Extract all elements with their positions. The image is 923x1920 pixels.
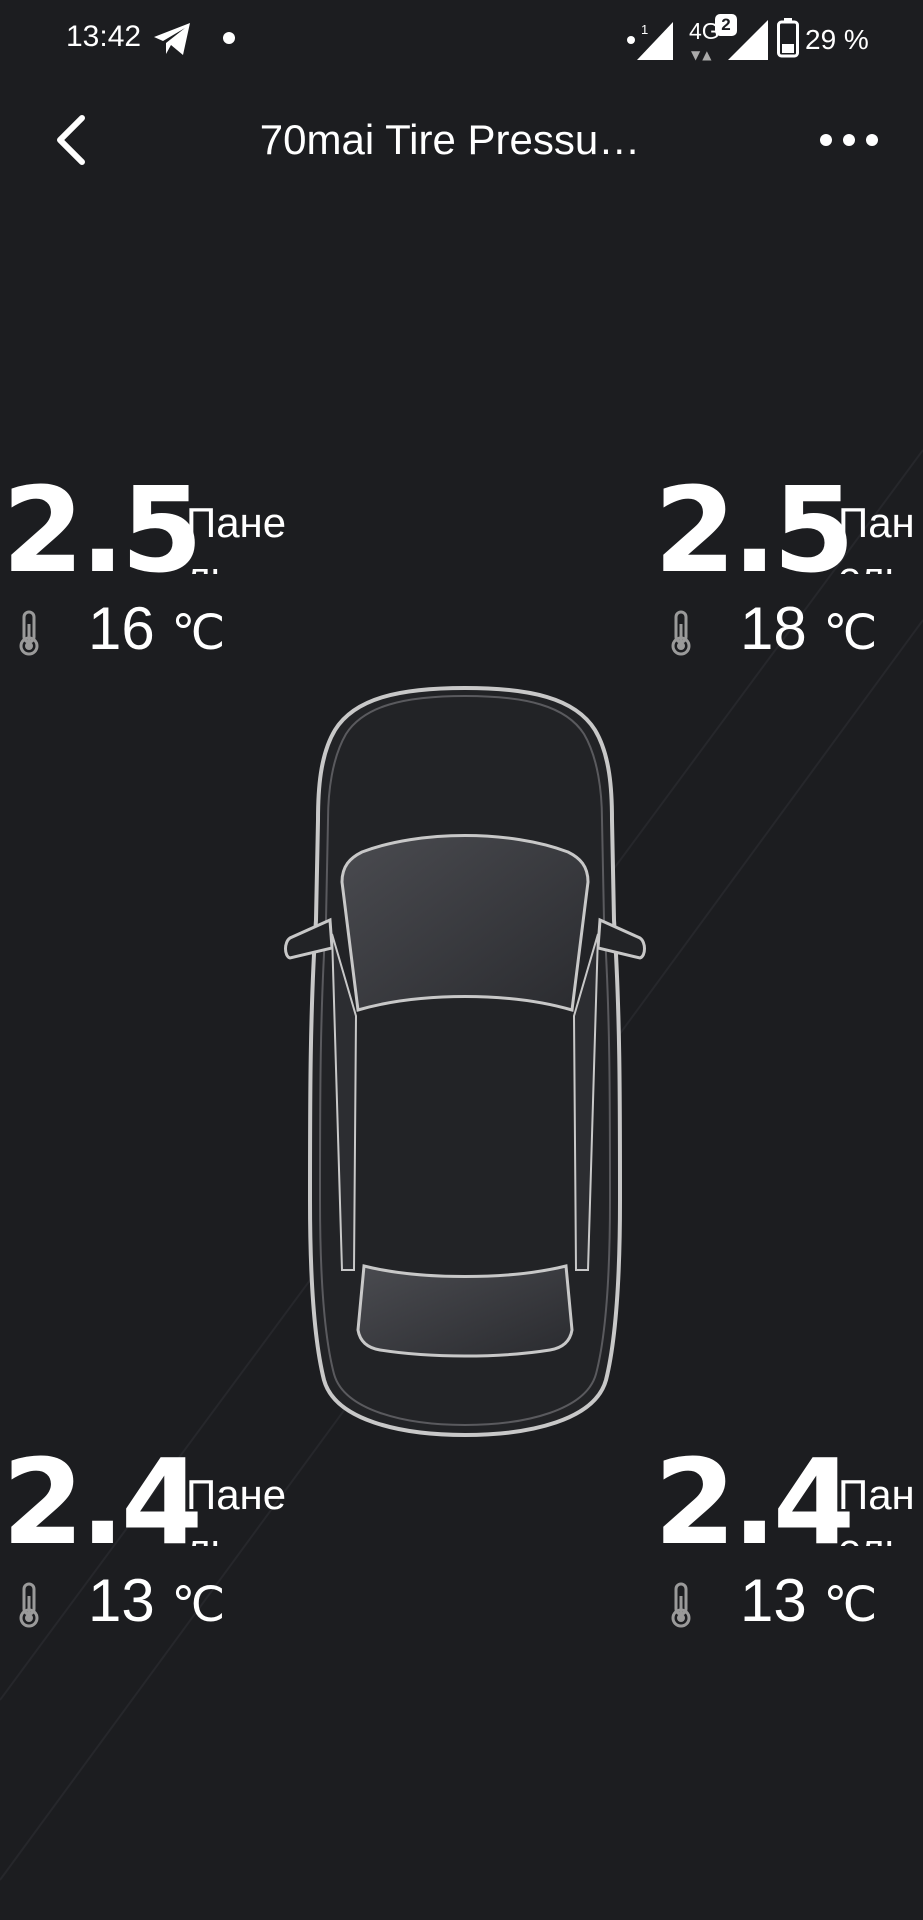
app-header: 70mai Tire Pressu… <box>0 100 923 180</box>
signal-icon: 1 <box>627 22 673 60</box>
tire-temperature-value: 13 <box>88 1567 155 1632</box>
tire-temperature: 16 ℃ <box>88 594 225 660</box>
thermometer-icon <box>671 610 691 656</box>
thermometer-icon <box>19 1582 39 1628</box>
tire-pressure-unit: Панель <box>186 499 287 574</box>
tire-temperature-unit: ℃ <box>823 1579 878 1632</box>
tire-pressure-value: 2.5 <box>2 470 203 599</box>
tire-pressure-unit: Панель <box>838 1471 915 1546</box>
tire-front-right[interactable]: 2.5 Панель 18 ℃ <box>652 470 923 660</box>
tire-pressure-value: 2.4 <box>2 1442 203 1571</box>
data-activity-icon: ▼▲ <box>691 48 714 62</box>
thermometer-icon <box>19 610 39 656</box>
tire-front-left[interactable]: 2.5 Панель 16 ℃ <box>0 470 300 660</box>
back-arrow-icon[interactable] <box>48 112 100 168</box>
sim-slot-1-label: 1 <box>641 22 648 37</box>
tire-temperature-unit: ℃ <box>171 607 226 660</box>
tire-rear-right[interactable]: 2.4 Панель 13 ℃ <box>652 1442 923 1632</box>
thermometer-icon <box>671 1582 691 1628</box>
more-dots-icon[interactable] <box>818 122 880 158</box>
notification-dot-icon <box>223 32 235 44</box>
tire-pressure-unit: Панель <box>186 1471 287 1546</box>
tire-pressure-value: 2.5 <box>654 470 855 599</box>
tire-temperature: 13 ℃ <box>740 1566 877 1632</box>
battery-icon <box>777 18 799 58</box>
status-bar: 13:42 1 4G ▼▲ 2 29 % <box>0 0 923 80</box>
telegram-icon <box>154 23 190 55</box>
tire-temperature: 13 ℃ <box>88 1566 225 1632</box>
tire-temperature-value: 13 <box>740 1567 807 1632</box>
tire-temperature: 18 ℃ <box>740 594 877 660</box>
battery-percent: 29 % <box>805 24 869 55</box>
car-icon <box>284 685 646 1438</box>
tire-rear-left[interactable]: 2.4 Панель 13 ℃ <box>0 1442 300 1632</box>
signal-icon-2 <box>728 20 768 60</box>
tire-temperature-unit: ℃ <box>823 607 878 660</box>
status-time: 13:42 <box>66 20 142 53</box>
tire-pressure-unit: Панель <box>838 499 915 574</box>
page-title: 70mai Tire Pressu… <box>259 116 641 163</box>
tire-temperature-unit: ℃ <box>171 1579 226 1632</box>
tire-temperature-value: 16 <box>88 595 155 660</box>
tire-pressure-value: 2.4 <box>654 1442 855 1571</box>
tire-temperature-value: 18 <box>740 595 807 660</box>
